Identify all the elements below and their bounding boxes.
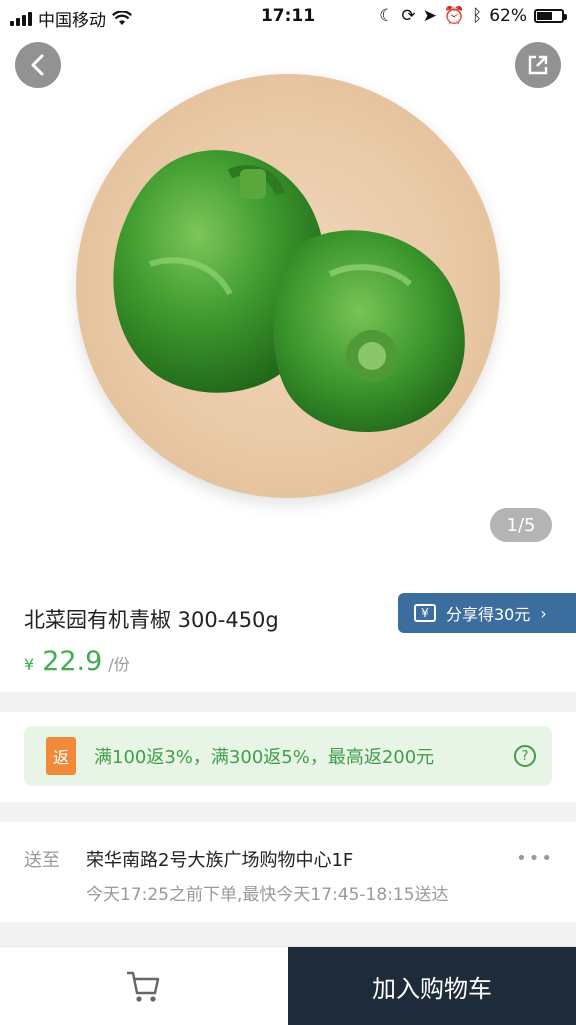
alarm-icon: ⏰ — [443, 6, 465, 26]
price-value: 22.9 — [42, 646, 103, 677]
orientation-lock-icon: ⟳ — [401, 6, 416, 26]
promotion-text: 满100返3%，满300返5%，最高返200元 — [94, 747, 435, 768]
battery-fill — [537, 12, 552, 20]
share-reward-button[interactable]: ¥ 分享得30元 › — [398, 593, 576, 633]
more-icon[interactable]: ••• — [516, 848, 554, 869]
currency-symbol: ¥ — [24, 655, 35, 674]
bottom-bar: 加入购物车 — [0, 946, 576, 1025]
back-button[interactable] — [15, 42, 61, 88]
battery-icon — [534, 9, 567, 23]
location-icon: ➤ — [422, 6, 437, 26]
delivery-eta: 今天17:25之前下单,最快今天17:45-18:15送达 — [86, 885, 449, 905]
external-share-icon — [528, 55, 548, 75]
product-info: 北菜园有机青椒 300-450g ¥ 22.9 /份 ¥ 分享得30元 › — [0, 576, 576, 692]
promotion-banner[interactable]: 返 满100返3%，满300返5%，最高返200元 ? — [24, 726, 552, 786]
gallery-pager: 1/5 — [490, 508, 552, 542]
add-to-cart-button[interactable]: 加入购物车 — [288, 947, 576, 1025]
chevron-left-icon — [31, 54, 44, 76]
product-gallery[interactable]: 1/5 — [0, 34, 576, 576]
promotion-section: 返 满100返3%，满300返5%，最高返200元 ? — [0, 712, 576, 802]
delivery-address: 荣华南路2号大族广场购物中心1F — [86, 850, 354, 871]
status-right: ☾ ⟳ ➤ ⏰ ᛒ 62% — [379, 6, 567, 26]
cart-icon[interactable] — [124, 967, 162, 1005]
share-button[interactable] — [515, 42, 561, 88]
battery-percent: 62% — [489, 6, 527, 26]
moon-icon: ☾ — [379, 6, 395, 26]
chevron-right-icon: › — [540, 603, 547, 623]
price-unit: /份 — [108, 655, 130, 674]
share-reward-label: 分享得30元 — [446, 605, 531, 624]
product-title: 北菜园有机青椒 300-450g — [24, 608, 279, 632]
delivery-label: 送至 — [24, 850, 60, 871]
delivery-section[interactable]: 送至 荣华南路2号大族广场购物中心1F 今天17:25之前下单,最快今天17:4… — [0, 822, 576, 922]
green-peppers-image — [113, 150, 465, 433]
price-row: ¥ 22.9 /份 — [24, 646, 130, 677]
rebate-tag-icon: 返 — [46, 737, 76, 775]
status-bar: 中国移动 17:11 ☾ ⟳ ➤ ⏰ ᛒ 62% — [0, 0, 576, 34]
bluetooth-icon: ᛒ — [472, 6, 483, 26]
coupon-icon: ¥ — [414, 604, 436, 622]
help-icon[interactable]: ? — [514, 745, 536, 767]
